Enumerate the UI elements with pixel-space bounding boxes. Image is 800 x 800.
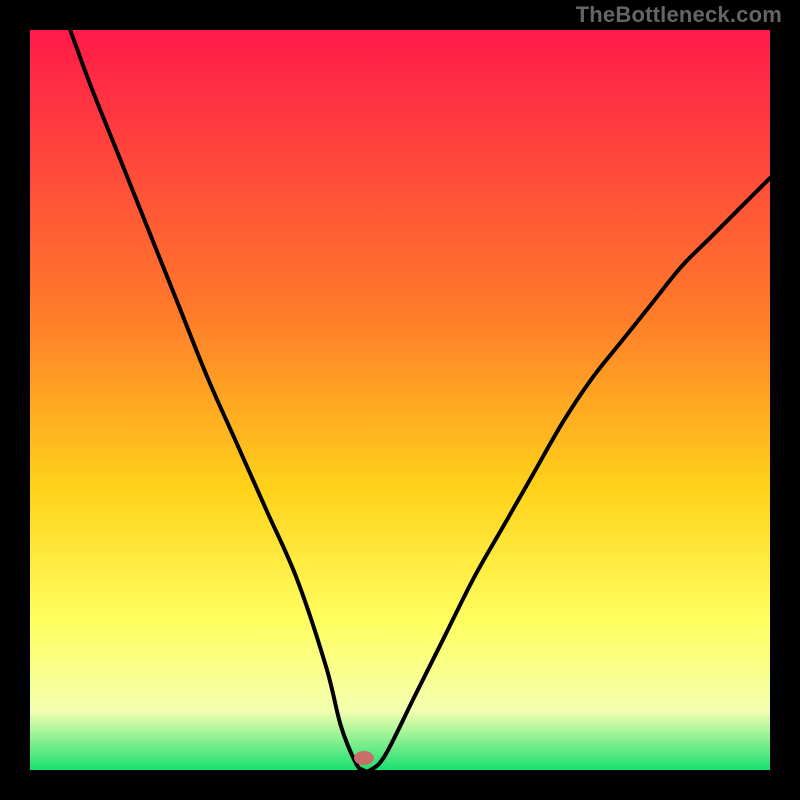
watermark-text: TheBottleneck.com	[576, 2, 782, 28]
chart-frame: { "watermark": "TheBottleneck.com", "col…	[0, 0, 800, 800]
plot-background	[30, 30, 770, 770]
optimal-point-marker	[354, 751, 374, 765]
chart-svg	[0, 0, 800, 800]
